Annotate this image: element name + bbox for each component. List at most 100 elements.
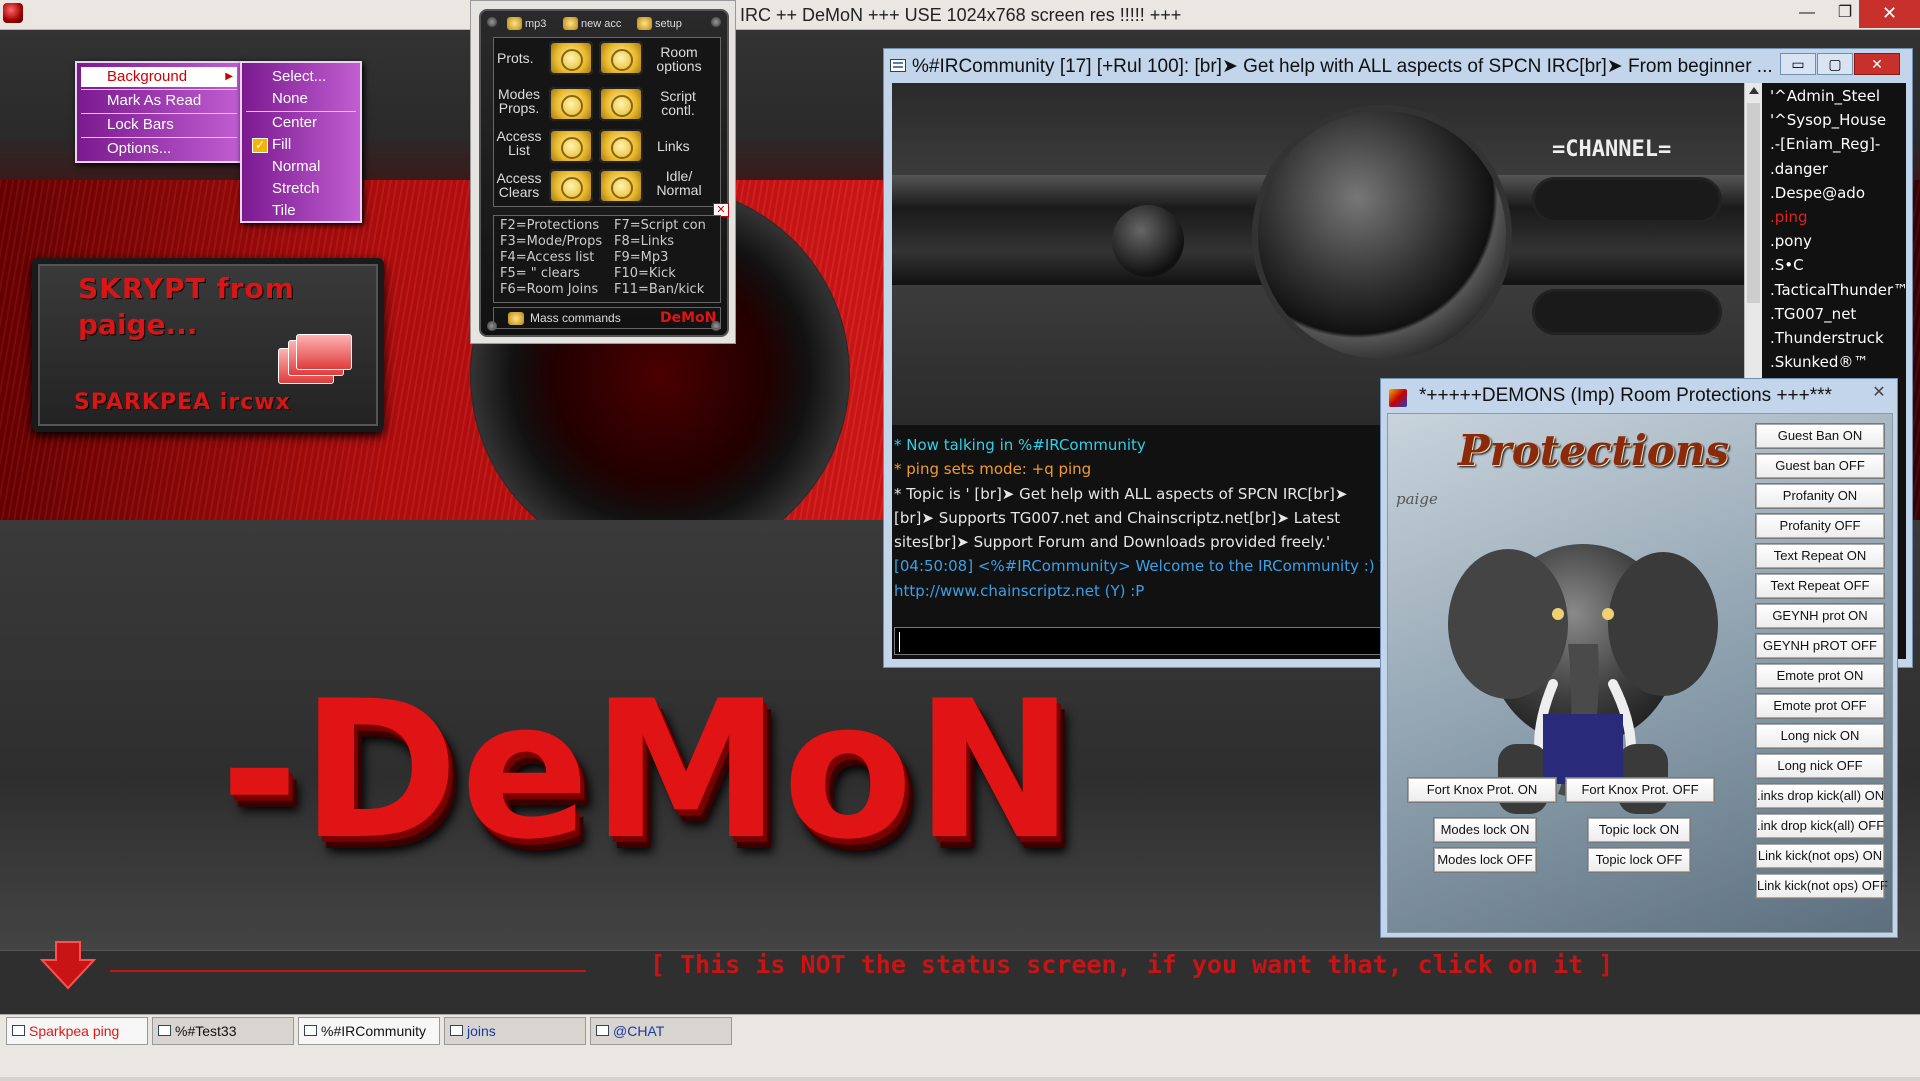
protection-toggle-button[interactable]: Guest ban OFF — [1755, 453, 1885, 479]
channel-minimize-button[interactable]: ▭ — [1780, 53, 1816, 75]
submenu-normal[interactable]: Normal — [246, 157, 356, 177]
prots-button[interactable] — [549, 41, 593, 75]
access-clears-button[interactable] — [549, 169, 593, 203]
channel-maximize-button[interactable]: ▢ — [1817, 53, 1853, 75]
modes-props-label: Modes Props. — [497, 86, 541, 116]
channel-window-icon[interactable] — [890, 59, 906, 72]
prots-label: Prots. — [497, 50, 534, 66]
shortcut-item: F2=Protections — [500, 218, 600, 233]
tab-setup[interactable]: setup — [637, 15, 682, 33]
nick-item[interactable]: .TacticalThunder™ — [1770, 281, 1906, 299]
mass-commands-button[interactable]: Mass commands DeMoN — [493, 307, 721, 329]
mass-commands-label: Mass commands — [530, 311, 621, 325]
nick-item[interactable]: .-[Eniam_Reg]- — [1770, 135, 1880, 153]
topic-lock-on-button[interactable]: Topic lock ON — [1587, 817, 1691, 843]
channel-titlebar[interactable]: %#IRCommunity [17] [+Rul 100]: [br]➤ Get… — [884, 49, 1912, 83]
screw-icon — [487, 17, 497, 27]
protection-toggle-button[interactable]: .ink drop kick(all) OFF — [1755, 813, 1885, 839]
tab-mp3[interactable]: mp3 — [507, 15, 546, 33]
scroll-thumb[interactable] — [1747, 103, 1760, 303]
menu-item-background[interactable]: Background ▶ — [81, 67, 237, 87]
modes-props-button[interactable] — [549, 87, 593, 121]
context-menu: Background ▶ Mark As Read Lock Bars Optio… — [75, 61, 243, 163]
shortcut-item: F10=Kick — [614, 266, 676, 281]
scroll-up-icon[interactable] — [1749, 87, 1759, 94]
fort-knox-off-button[interactable]: Fort Knox Prot. OFF — [1565, 777, 1715, 803]
menu-item-label: Fill — [272, 136, 292, 153]
idle-normal-button[interactable] — [599, 169, 643, 203]
nick-item[interactable]: '^Admin_Steel — [1770, 87, 1880, 105]
switchbar-tab[interactable]: Sparkpea ping — [6, 1017, 148, 1045]
dialog-title: *+++++DEMONS (Imp) Room Protections +++*… — [1419, 385, 1832, 406]
links-button[interactable] — [599, 129, 643, 163]
protection-toggle-button[interactable]: Long nick OFF — [1755, 753, 1885, 779]
submenu-center[interactable]: Center — [246, 113, 356, 133]
nick-item[interactable]: .danger — [1770, 160, 1828, 178]
access-list-label: Access List — [496, 128, 542, 158]
skrypt-author: paige... — [78, 308, 198, 341]
protection-toggle-button[interactable]: Guest Ban ON — [1755, 423, 1885, 449]
nick-item[interactable]: .Despe@ado — [1770, 184, 1865, 202]
status-notice-link[interactable]: [ This is NOT the status screen, if you … — [650, 950, 1613, 979]
protection-toggle-button[interactable]: GEYNH pROT OFF — [1755, 633, 1885, 659]
elephant-demon-icon — [1448, 544, 1718, 814]
protection-toggle-button[interactable]: Text Repeat ON — [1755, 543, 1885, 569]
shortcut-item: F11=Ban/kick — [614, 282, 705, 297]
protection-toggle-button[interactable]: Emote prot OFF — [1755, 693, 1885, 719]
modes-lock-on-button[interactable]: Modes lock ON — [1433, 817, 1537, 843]
submenu-select[interactable]: Select... — [246, 67, 356, 87]
nick-item[interactable]: .TG007_net — [1770, 305, 1856, 323]
menu-item-lock-bars[interactable]: Lock Bars — [81, 115, 237, 135]
menu-item-mark-as-read[interactable]: Mark As Read — [81, 91, 237, 111]
access-clears-label: Access Clears — [496, 170, 542, 200]
submenu-none[interactable]: None — [246, 89, 356, 109]
protection-toggle-button[interactable]: Link kick(not ops) ON — [1755, 843, 1885, 869]
protection-toggle-button[interactable]: .inks drop kick(all) ON — [1755, 783, 1885, 809]
protection-toggle-button[interactable]: Emote prot ON — [1755, 663, 1885, 689]
modes-lock-off-button[interactable]: Modes lock OFF — [1433, 847, 1537, 873]
nick-item[interactable]: .Skunked®™ — [1770, 353, 1868, 371]
submenu-tile[interactable]: Tile — [246, 201, 356, 221]
script-control-button[interactable] — [599, 87, 643, 121]
menu-separator — [246, 111, 356, 112]
nick-item[interactable]: .pony — [1770, 232, 1812, 250]
banner-knob — [1112, 205, 1184, 277]
screw-icon — [711, 17, 721, 27]
window-icon — [450, 1025, 463, 1036]
protection-toggle-button[interactable]: GEYNH prot ON — [1755, 603, 1885, 629]
protection-toggle-button[interactable]: Long nick ON — [1755, 723, 1885, 749]
nick-item[interactable]: .Thunderstruck — [1770, 329, 1884, 347]
app-icon[interactable] — [1389, 389, 1407, 407]
close-button[interactable]: ✕ — [1859, 0, 1920, 28]
tab-new-acc[interactable]: new acc — [563, 15, 621, 33]
status-bar — [0, 1077, 1920, 1081]
room-options-button[interactable] — [599, 41, 643, 75]
protection-toggle-button[interactable]: Profanity OFF — [1755, 513, 1885, 539]
menu-separator — [81, 89, 237, 90]
submenu-fill[interactable]: ✓ Fill — [246, 135, 356, 155]
nick-item[interactable]: .ping — [1770, 208, 1808, 226]
topic-lock-off-button[interactable]: Topic lock OFF — [1587, 847, 1691, 873]
nick-item[interactable]: .S•C — [1770, 256, 1804, 274]
channel-close-button[interactable]: ✕ — [1854, 53, 1900, 75]
dialog-close-button[interactable]: ✕ — [1865, 383, 1893, 405]
switchbar-tab[interactable]: %#IRCommunity — [298, 1017, 440, 1045]
nick-item[interactable]: '^Sysop_House — [1770, 111, 1886, 129]
protection-toggle-button[interactable]: Link kick(not ops) OFF — [1755, 873, 1888, 899]
switchbar-tab[interactable]: @CHAT — [590, 1017, 732, 1045]
fort-knox-on-button[interactable]: Fort Knox Prot. ON — [1407, 777, 1557, 803]
access-list-button[interactable] — [549, 129, 593, 163]
protection-toggle-button[interactable]: Profanity ON — [1755, 483, 1885, 509]
switchbar-tab[interactable]: joins — [444, 1017, 586, 1045]
cards-icon — [278, 334, 352, 384]
app-icon[interactable] — [3, 3, 23, 23]
minimize-button[interactable]: — — [1788, 0, 1826, 28]
protection-toggle-button[interactable]: Text Repeat OFF — [1755, 573, 1885, 599]
switchbar-tab[interactable]: %#Test33 — [152, 1017, 294, 1045]
control-panel: mp3 new acc setup Prots. Room options Mo… — [479, 9, 729, 337]
menu-item-options[interactable]: Options... — [81, 139, 237, 159]
shortcut-item: F4=Access list — [500, 250, 595, 265]
shortcut-item: F7=Script con — [614, 218, 706, 233]
script-control-label: Script contl. — [660, 88, 696, 118]
submenu-stretch[interactable]: Stretch — [246, 179, 356, 199]
